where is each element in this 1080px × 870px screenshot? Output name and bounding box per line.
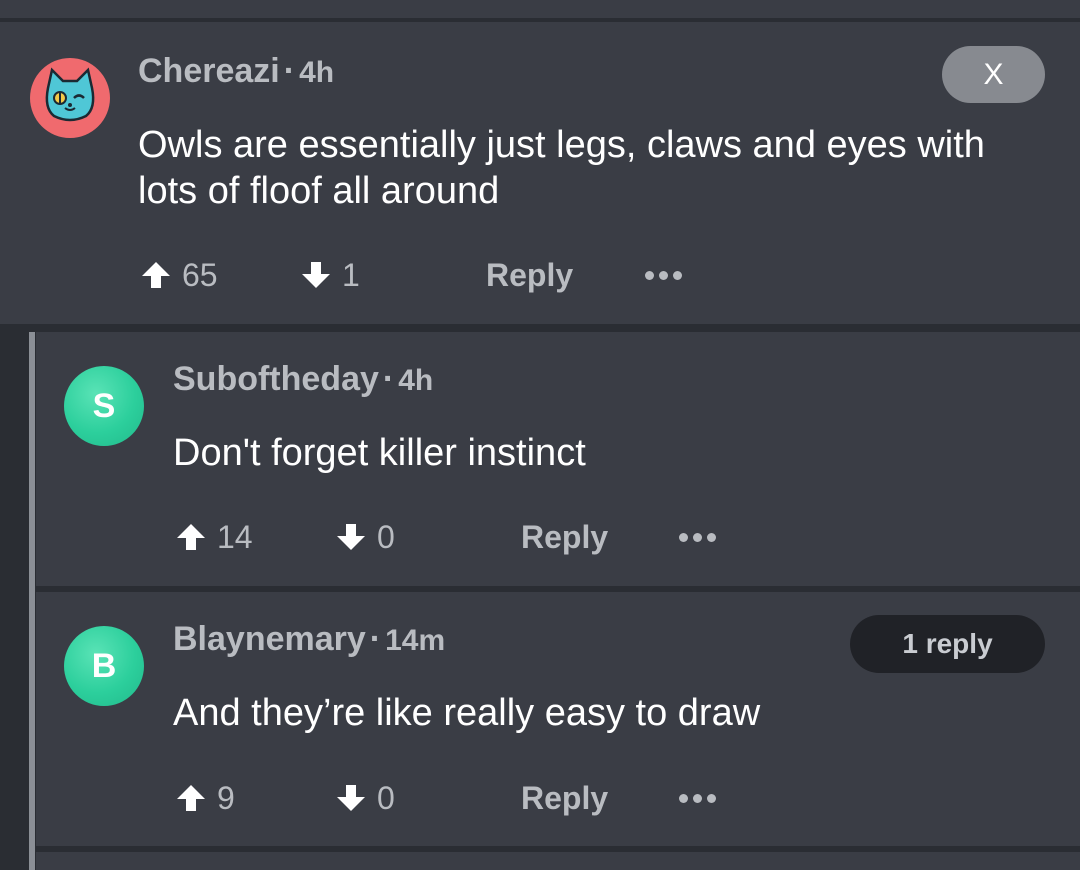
author-name[interactable]: Chereazi [138, 52, 280, 90]
thread-line [29, 332, 35, 870]
separator-dot: · [382, 360, 395, 398]
downvote-arrow-icon [337, 524, 365, 550]
comment-actions: 9 0 Reply [175, 778, 1045, 818]
comment-actions: 14 0 Reply [175, 517, 1045, 557]
avatar-letter: S [92, 386, 116, 425]
separator-dot: · [369, 620, 382, 658]
comment-text-line: lots of floof all around [138, 170, 500, 212]
more-dot-icon [673, 270, 682, 280]
more-dot-icon [693, 532, 702, 542]
upvote-arrow-icon [177, 524, 205, 550]
avatar-suboftheday[interactable]: S [64, 366, 144, 446]
downvote-button[interactable]: 0 [335, 778, 395, 818]
comment-meta: Blaynemary · 14m [173, 620, 445, 659]
reply-button[interactable]: Reply [486, 255, 573, 295]
avatar-blaynemary[interactable]: B [64, 626, 144, 706]
upvote-count: 14 [217, 518, 253, 555]
cat-avatar-icon [45, 67, 95, 122]
more-dot-icon [707, 532, 716, 542]
author-name[interactable]: Suboftheday [173, 360, 379, 398]
comment-text: Owls are essentially just legs, claws an… [138, 122, 985, 214]
more-options-button[interactable] [645, 255, 682, 295]
more-dot-icon [645, 270, 654, 280]
timestamp: 4h [299, 56, 335, 89]
downvote-count: 0 [377, 779, 395, 816]
more-dot-icon [659, 270, 668, 280]
upvote-button[interactable]: 65 [140, 255, 218, 295]
author-name[interactable]: Blaynemary [173, 620, 366, 658]
comment-card-chereazi: Chereazi · 4h X Owls are essentially just … [0, 22, 1080, 324]
top-strip [0, 0, 1080, 18]
timestamp: 14m [385, 624, 446, 657]
comment-card-suboftheday: S Suboftheday · 4h Don't forget killer ins… [36, 332, 1080, 586]
downvote-arrow-icon [337, 785, 365, 811]
more-dot-icon [679, 532, 688, 542]
downvote-arrow-icon [302, 262, 330, 288]
upvote-button[interactable]: 14 [175, 517, 253, 557]
comment-meta: Suboftheday · 4h [173, 360, 433, 399]
downvote-count: 0 [377, 518, 395, 555]
more-dot-icon [679, 793, 688, 803]
more-dot-icon [707, 793, 716, 803]
comment-text-line: Owls are essentially just legs, claws an… [138, 124, 985, 166]
downvote-button[interactable]: 0 [335, 517, 395, 557]
upvote-arrow-icon [142, 262, 170, 288]
more-options-button[interactable] [679, 778, 716, 818]
timestamp: 4h [398, 364, 434, 397]
upvote-button[interactable]: 9 [175, 778, 235, 818]
avatar-chereazi[interactable] [30, 58, 110, 138]
upvote-arrow-icon [177, 785, 205, 811]
view-replies-button[interactable]: 1 reply [850, 615, 1045, 673]
next-comment-card [36, 852, 1080, 870]
upvote-count: 65 [182, 256, 218, 293]
comment-text: Don't forget killer instinct [173, 432, 586, 474]
reply-button[interactable]: Reply [521, 778, 608, 818]
downvote-count: 1 [342, 256, 360, 293]
comment-meta: Chereazi · 4h [138, 52, 334, 91]
comment-actions: 65 1 Reply [140, 255, 1040, 295]
separator-dot: · [283, 52, 296, 90]
more-dot-icon [693, 793, 702, 803]
comment-text: And they’re like really easy to draw [173, 692, 761, 734]
downvote-button[interactable]: 1 [300, 255, 360, 295]
upvote-count: 9 [217, 779, 235, 816]
reply-button[interactable]: Reply [521, 517, 608, 557]
close-button[interactable]: X [942, 46, 1045, 103]
avatar-letter: B [91, 646, 117, 685]
more-options-button[interactable] [679, 517, 716, 557]
